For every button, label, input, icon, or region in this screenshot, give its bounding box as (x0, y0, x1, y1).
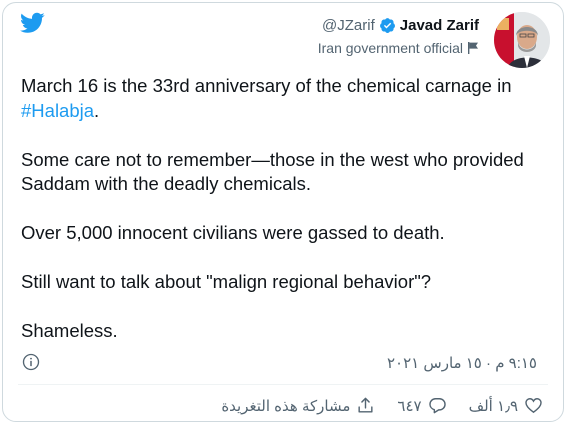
author-handle[interactable]: @JZarif (322, 17, 375, 34)
twitter-logo-icon[interactable] (20, 12, 45, 34)
reply-button[interactable]: ٦٤٧ (397, 396, 446, 415)
avatar[interactable] (494, 12, 550, 68)
reply-count: ٦٤٧ (397, 397, 422, 415)
tweet-actions: ١٫٩ ألف ٦٤٧ مشاركة هذه التغريدة (221, 396, 543, 415)
like-button[interactable]: ١٫٩ ألف (469, 396, 543, 415)
author-info: @JZarif Javad Zarif Iran government offi… (318, 15, 479, 57)
author-display-name[interactable]: Javad Zarif (400, 17, 479, 34)
like-count: ١٫٩ ألف (468, 397, 518, 415)
government-label-text: Iran government official (317, 40, 463, 56)
reply-bubble-icon (428, 398, 446, 414)
tweet-text: March 16 is the 33rd anniversary of the … (21, 74, 551, 344)
author-name-line: @JZarif Javad Zarif (318, 15, 479, 35)
tweet-paragraph-2: Some care not to remember—those in the w… (21, 148, 524, 195)
hashtag-link[interactable]: #Halabja (21, 100, 94, 121)
verified-badge-icon (379, 17, 395, 33)
share-label: مشاركة هذه التغريدة (221, 397, 351, 415)
tweet-timestamp[interactable]: ٩:١٥ م · ١٥ مارس ٢٠٢١ (387, 354, 537, 372)
share-button[interactable]: مشاركة هذه التغريدة (221, 396, 375, 415)
tweet-paragraph-5: Shameless. (21, 320, 118, 341)
tweet-paragraph-1: March 16 is the 33rd anniversary of the … (21, 74, 551, 123)
tweet-card: @JZarif Javad Zarif Iran government offi… (2, 2, 564, 422)
government-label[interactable]: Iran government official (318, 39, 479, 57)
share-icon (358, 397, 373, 413)
avatar-image (494, 12, 550, 68)
government-flag-icon (468, 42, 478, 54)
hashtag-suffix: . (94, 99, 100, 121)
tweet-paragraph-4: Still want to talk about "malign regiona… (21, 271, 432, 292)
divider (18, 384, 548, 385)
like-heart-icon (525, 398, 542, 414)
info-icon[interactable] (22, 353, 40, 371)
tweet-line-1: March 16 is the 33rd anniversary of the … (21, 75, 512, 96)
tweet-paragraph-3: Over 5,000 innocent civilians were gasse… (21, 222, 445, 243)
